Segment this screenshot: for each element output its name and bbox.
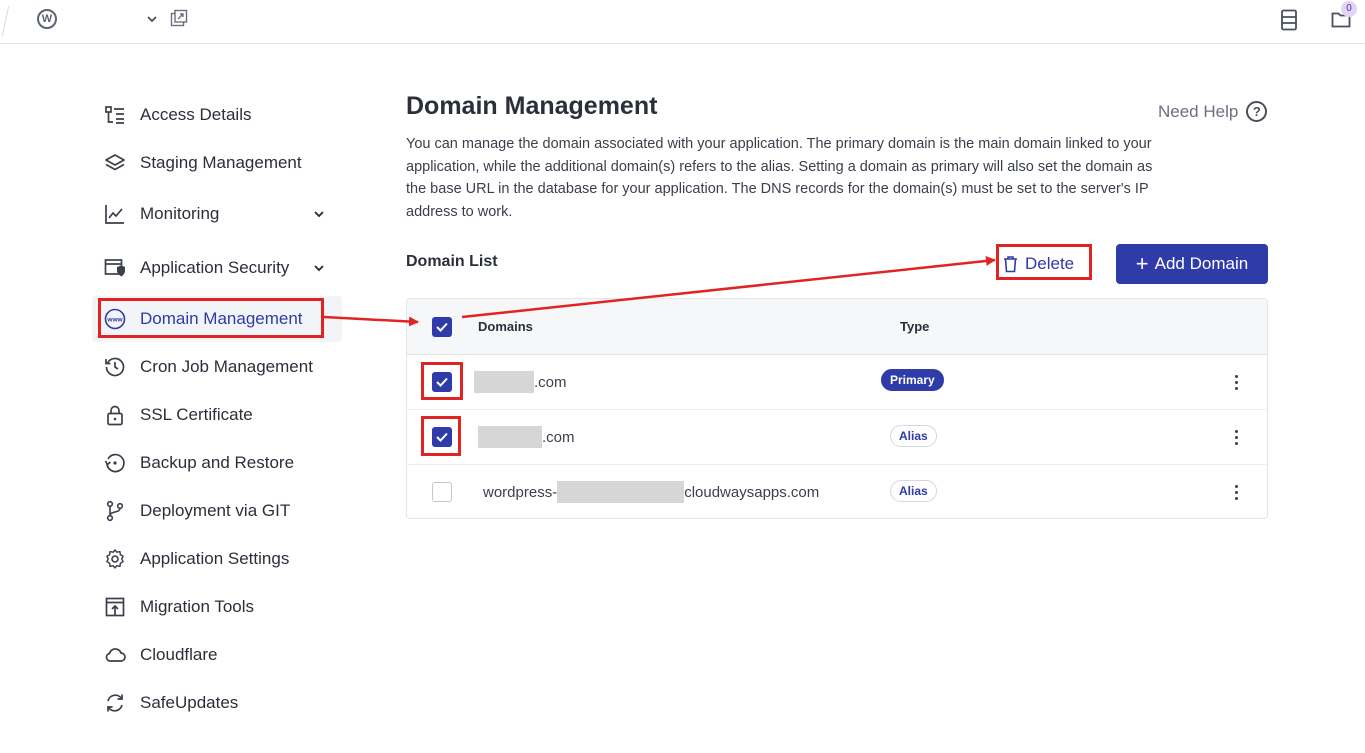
chevron-down-icon[interactable] (312, 207, 326, 221)
top-bar: W 0 (0, 0, 1365, 44)
redacted-block (474, 371, 534, 393)
chevron-down-icon[interactable] (145, 12, 159, 26)
sidebar-item-label: Application Security (140, 258, 290, 277)
check-icon (436, 377, 448, 387)
table-header: Domains Type (407, 299, 1267, 355)
sidebar-item-label: SSL Certificate (140, 405, 253, 424)
access-details-icon (105, 106, 124, 124)
svg-text:www: www (106, 317, 123, 324)
sidebar-item-label: Application Settings (140, 549, 290, 568)
domain-name: .com (478, 426, 575, 448)
add-domain-button[interactable]: + Add Domain (1116, 244, 1268, 284)
page-title: Domain Management (406, 92, 658, 120)
redacted-block (478, 426, 542, 448)
server-icon[interactable] (1280, 9, 1298, 31)
migration-icon (105, 597, 125, 617)
sidebar-item-label: Migration Tools (140, 597, 255, 616)
row-actions-icon[interactable] (1234, 430, 1240, 446)
type-badge-alias: Alias (890, 425, 937, 447)
sidebar-item-label: Access Details (140, 105, 252, 124)
help-circle-icon: ? (1246, 101, 1268, 122)
external-link-icon[interactable] (170, 9, 188, 27)
history-icon (105, 357, 125, 377)
cloud-icon (105, 648, 126, 662)
domain-suffix: .com (542, 428, 575, 446)
column-header-type[interactable]: Type (900, 319, 929, 334)
sidebar-item-cron-job-management[interactable]: Cron Job Management (92, 344, 342, 390)
trash-icon (1004, 256, 1017, 273)
sidebar-item-domain-management[interactable]: www Domain Management (92, 296, 342, 342)
redacted-block (557, 481, 685, 503)
lock-icon (107, 405, 123, 426)
sidebar-item-label: Backup and Restore (140, 453, 295, 472)
check-icon (436, 432, 448, 442)
need-help-link[interactable]: Need Help ? (1158, 101, 1268, 122)
layers-icon (105, 154, 125, 171)
gear-icon (106, 549, 124, 569)
notification-badge: 0 (1341, 1, 1357, 17)
row-actions-icon[interactable] (1234, 375, 1240, 391)
domain-list-title: Domain List (406, 253, 498, 270)
add-domain-label: Add Domain (1154, 254, 1249, 273)
sidebar-item-label: Staging Management (140, 153, 302, 172)
chevron-down-icon[interactable] (312, 261, 326, 275)
git-branch-icon (106, 500, 124, 522)
sidebar-item-label: SafeUpdates (140, 693, 239, 712)
breadcrumb-edge (0, 6, 10, 36)
shield-window-icon (104, 259, 125, 277)
type-badge-primary: Primary (881, 369, 944, 391)
restore-icon (104, 453, 125, 473)
select-all-checkbox[interactable] (432, 317, 452, 337)
row-actions-icon[interactable] (1234, 485, 1240, 501)
sidebar-item-monitoring[interactable]: Monitoring (92, 191, 342, 237)
page-description: You can manage the domain associated wit… (406, 136, 1153, 220)
need-help-label: Need Help (1158, 101, 1239, 121)
domain-suffix: cloudwaysapps.com (684, 483, 820, 501)
sidebar-item-label: Deployment via GIT (140, 501, 291, 520)
table-row: .com Primary (407, 355, 1267, 410)
sidebar-item-label: Monitoring (140, 204, 220, 223)
chart-line-icon (105, 205, 124, 224)
delete-button[interactable]: Delete (1003, 251, 1074, 277)
domain-suffix: .com (534, 373, 567, 391)
sidebar-item-access-details[interactable]: Access Details (92, 92, 342, 138)
table-row: wordpress- cloudwaysapps.com Alias (407, 465, 1267, 518)
domain-name: .com (474, 371, 567, 393)
sidebar-item-cloudflare[interactable]: Cloudflare (92, 632, 342, 678)
wordpress-icon[interactable]: W (37, 9, 57, 29)
sidebar-item-label: Cron Job Management (140, 357, 313, 376)
domain-name: wordpress- cloudwaysapps.com (483, 481, 819, 503)
sidebar-item-ssl-certificate[interactable]: SSL Certificate (92, 392, 342, 438)
check-icon (436, 322, 448, 332)
row-checkbox[interactable] (432, 372, 452, 392)
sidebar-item-safeupdates[interactable]: SafeUpdates (92, 680, 342, 726)
www-globe-icon: www (104, 308, 126, 330)
domain-prefix: wordpress- (483, 483, 558, 501)
sidebar-item-application-settings[interactable]: Application Settings (92, 536, 342, 582)
row-checkbox[interactable] (432, 482, 452, 502)
type-badge-alias: Alias (890, 480, 937, 502)
plus-icon: + (1135, 251, 1149, 276)
domain-table: Domains Type .com Primary .com Alias wor… (406, 298, 1268, 519)
sidebar-item-label: Domain Management (140, 309, 303, 328)
table-row: .com Alias (407, 410, 1267, 465)
sidebar-item-staging-management[interactable]: Staging Management (92, 140, 342, 186)
sidebar-item-migration-tools[interactable]: Migration Tools (92, 584, 342, 630)
sidebar-item-application-security[interactable]: Application Security (92, 245, 342, 291)
refresh-icon (107, 694, 123, 712)
row-checkbox[interactable] (432, 427, 452, 447)
sidebar-item-backup-and-restore[interactable]: Backup and Restore (92, 440, 342, 486)
sidebar-item-label: Cloudflare (140, 645, 218, 664)
sidebar-item-deployment-via-git[interactable]: Deployment via GIT (92, 488, 342, 534)
column-header-domains[interactable]: Domains (478, 319, 533, 334)
delete-label: Delete (1025, 254, 1075, 273)
